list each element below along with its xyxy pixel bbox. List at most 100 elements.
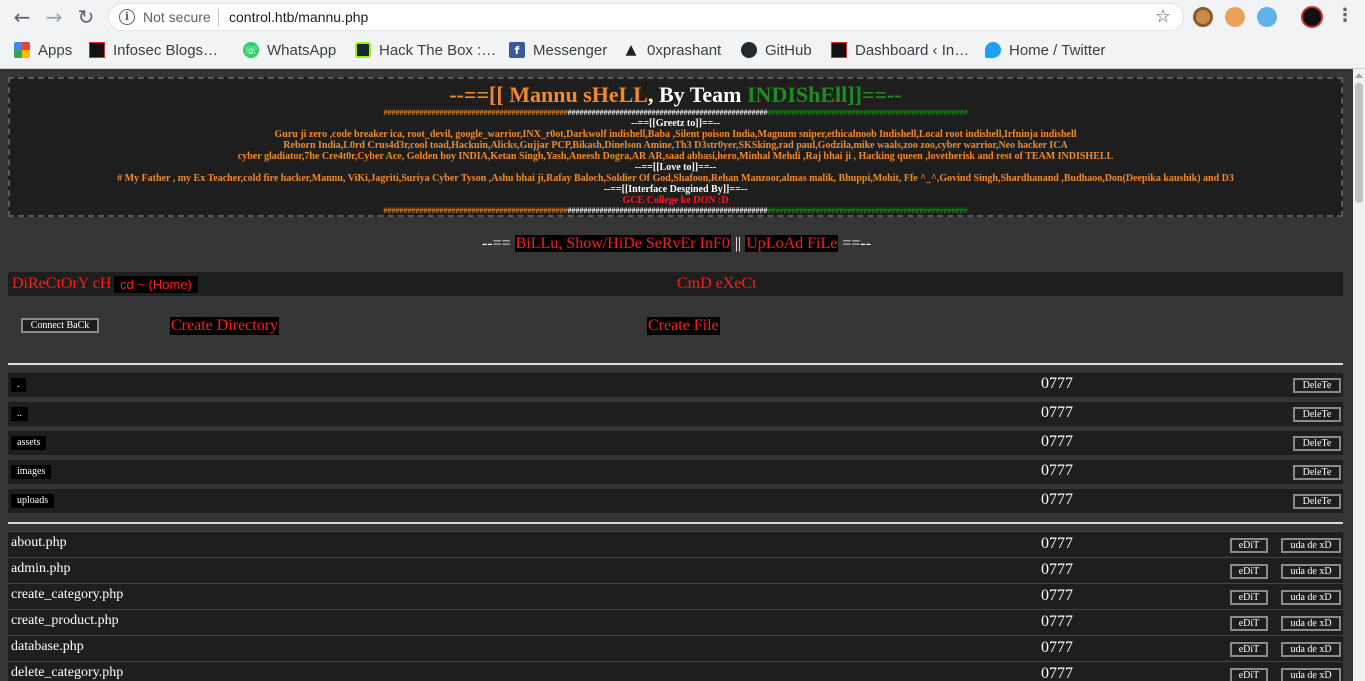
shell-links: --== BiLLu, Show/HiDe SeRvEr InF0 || UpL… (0, 235, 1353, 253)
delete-button[interactable]: DeleTe (1293, 436, 1341, 451)
delete-button[interactable]: DeleTe (1293, 465, 1341, 480)
permission-value: 0777 (1041, 587, 1073, 604)
edit-button[interactable]: eDiT (1230, 590, 1268, 605)
file-link[interactable]: about.php (11, 535, 67, 551)
facebook-icon: f (509, 42, 525, 58)
hash-white: ########################################… (567, 206, 768, 215)
links-separator: || (730, 235, 746, 252)
file-link[interactable]: admin.php (11, 561, 71, 577)
url-text[interactable]: control.htb/mannu.php (229, 9, 368, 25)
hash-divider-bottom: ########################################… (10, 207, 1341, 215)
reload-icon[interactable]: ↻ (73, 4, 99, 30)
bookmark-whatsapp[interactable]: ☏ WhatsApp (243, 40, 336, 60)
greetz-line-3: cyber gladiator,7he Cre4t0r,Cyber Ace, G… (237, 151, 1114, 162)
hash-orange: ########################################… (383, 108, 568, 117)
directory-link[interactable]: images (11, 465, 52, 479)
delete-file-button[interactable]: uda de xD (1281, 642, 1341, 657)
file-link[interactable]: create_category.php (11, 587, 123, 603)
bookmark-github[interactable]: GitHub (741, 40, 812, 60)
github-icon (741, 42, 757, 58)
browser-toolbar: ← → ↻ i Not secure control.htb/mannu.php… (0, 0, 1365, 34)
bookmark-apps[interactable]: Apps (14, 40, 72, 60)
edit-button[interactable]: eDiT (1230, 642, 1268, 657)
back-arrow-icon[interactable]: ← (9, 4, 35, 30)
delete-file-button[interactable]: uda de xD (1281, 616, 1341, 631)
scrollbar-thumb[interactable] (1355, 83, 1363, 203)
info-icon[interactable]: i (119, 9, 135, 25)
create-directory-button[interactable]: Create Directory (170, 317, 280, 335)
cookie-extension-icon[interactable] (1193, 7, 1213, 27)
forward-arrow-icon[interactable]: → (41, 4, 67, 30)
edit-button[interactable]: eDiT (1230, 616, 1268, 631)
delete-file-button[interactable]: uda de xD (1281, 538, 1341, 553)
title-prefix: --==[[ Mannu sHeLL (449, 82, 648, 107)
directory-row: .. 0777 DeleTe (8, 402, 1343, 426)
bookmark-hackthebox[interactable]: Hack The Box :… (355, 40, 496, 60)
file-row: delete_category.php 0777 eDiT uda de xD (8, 661, 1343, 681)
bookmark-label: Apps (38, 41, 73, 59)
file-link[interactable]: create_product.php (11, 613, 119, 629)
bookmark-0xprashant[interactable]: ▲ 0xprashant (623, 40, 722, 60)
connect-back-button[interactable]: Connect BaCk (21, 318, 99, 333)
wappalyzer-extension-icon[interactable] (1257, 7, 1277, 27)
not-secure-label: Not secure (143, 9, 211, 25)
upload-file-link[interactable]: UpLoAd FiLe (745, 235, 839, 252)
bookmark-label: 0xprashant (647, 41, 722, 59)
address-bar[interactable]: i Not secure control.htb/mannu.php ☆ (108, 3, 1184, 31)
show-hide-server-info-link[interactable]: BiLLu, Show/HiDe SeRvEr InF0 (514, 235, 731, 252)
dashboard-icon (831, 42, 847, 58)
kebab-menu-icon[interactable]: ⋮ (1336, 5, 1354, 26)
permission-value: 0777 (1041, 613, 1073, 630)
bookmark-label: WhatsApp (267, 41, 337, 59)
extension-icon[interactable] (1225, 7, 1245, 27)
profile-avatar-icon[interactable] (1301, 6, 1323, 28)
bookmark-messenger[interactable]: f Messenger (509, 40, 607, 60)
bookmark-label: Dashboard ‹ In… (855, 41, 970, 59)
delete-file-button[interactable]: uda de xD (1281, 564, 1341, 579)
cmd-execute-label[interactable]: CmD eXeCt (677, 275, 757, 293)
directory-link[interactable]: assets (11, 436, 47, 450)
directory-link[interactable]: uploads (11, 494, 55, 508)
title-team: INDIShEll]]==-- (747, 82, 902, 107)
love-line: # My Father , my Ex Teacher,cold fire ha… (117, 173, 1234, 184)
bookmark-twitter[interactable]: Home / Twitter (985, 40, 1105, 60)
links-prefix: --== (481, 235, 515, 252)
delete-file-button[interactable]: uda de xD (1281, 590, 1341, 605)
hash-green: ########################################… (767, 206, 968, 215)
file-link[interactable]: database.php (11, 639, 84, 655)
file-row: database.php 0777 eDiT uda de xD (8, 635, 1343, 661)
love-heading: --==[[Love to]]==-- (634, 162, 717, 173)
directory-row: . 0777 DeleTe (8, 373, 1343, 397)
cd-home-button[interactable]: cd ~ (Home) (114, 276, 198, 293)
directory-row: assets 0777 DeleTe (8, 431, 1343, 455)
delete-file-button[interactable]: uda de xD (1281, 668, 1341, 681)
greetz-heading: --==[[Greetz to]]==-- (631, 118, 720, 129)
delete-button[interactable]: DeleTe (1293, 494, 1341, 509)
edit-button[interactable]: eDiT (1230, 564, 1268, 579)
bookmark-label: Messenger (533, 41, 608, 59)
bookmark-star-icon[interactable]: ☆ (1155, 6, 1171, 27)
scroll-up-arrow-icon[interactable] (1355, 73, 1363, 78)
bookmark-label: Home / Twitter (1009, 41, 1106, 59)
bookmarks-bar: Apps Infosec Blogs… ☏ WhatsApp Hack The … (0, 36, 1365, 64)
directory-row: images 0777 DeleTe (8, 460, 1343, 484)
greetz-line-2: Reborn India,L0rd Crus4d3r,cool toad,Hac… (283, 140, 1068, 151)
edit-button[interactable]: eDiT (1230, 538, 1268, 553)
bookmark-infosec-blogs[interactable]: Infosec Blogs… (89, 40, 218, 60)
delete-button[interactable]: DeleTe (1293, 407, 1341, 422)
delete-button[interactable]: DeleTe (1293, 378, 1341, 393)
links-suffix: ==-- (838, 235, 872, 252)
directory-link[interactable]: .. (11, 407, 28, 421)
file-link[interactable]: delete_category.php (11, 665, 123, 681)
omnibox-divider (218, 9, 219, 26)
linux-icon: ▲ (625, 42, 637, 58)
bookmark-label: GitHub (765, 41, 812, 59)
hash-white: ########################################… (567, 108, 768, 117)
directory-link[interactable]: . (11, 378, 26, 392)
bookmark-dashboard[interactable]: Dashboard ‹ In… (831, 40, 969, 60)
page-scrollbar[interactable] (1353, 69, 1365, 681)
create-file-button[interactable]: Create File (647, 317, 720, 335)
hash-green: ########################################… (767, 108, 968, 117)
permission-value: 0777 (1041, 561, 1073, 578)
edit-button[interactable]: eDiT (1230, 668, 1268, 681)
